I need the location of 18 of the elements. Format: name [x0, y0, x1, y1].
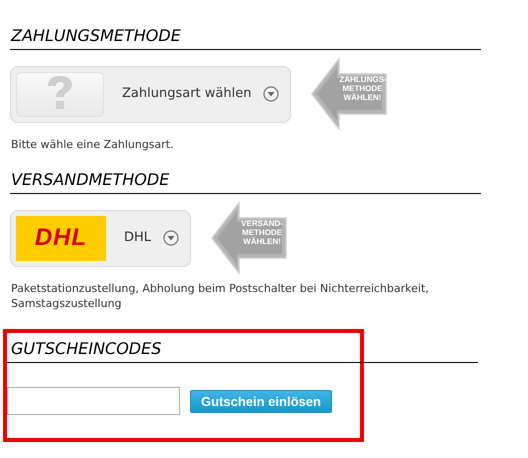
section-heading: ZAHLUNGSMETHODE [11, 26, 182, 46]
dropdown-caret-icon [263, 86, 280, 102]
dhl-logo: DHL [16, 216, 106, 260]
question-mark-icon [16, 72, 104, 116]
method-description: Bitte wähle eine Zahlungsart. [11, 137, 175, 152]
arrow-label: VERSAND- [240, 219, 284, 228]
dropdown-caret-icon [163, 230, 180, 246]
arrow-label: METHODE [341, 84, 384, 93]
arrow-label: WÄHLEN! [342, 93, 382, 102]
arrow-label: WÄHLEN! [242, 237, 282, 246]
method-select[interactable]: Zahlungsart wählen [10, 66, 292, 122]
method-description: Paketstationzustellung, Abholung beim Postschalter bei Nichterreichbarkeit, Samstagszustellung [11, 281, 430, 311]
method-select[interactable]: DHL DHL [10, 210, 192, 266]
voucher-input[interactable] [7, 387, 180, 415]
arrow-label: ZAHLUNGS- [339, 75, 386, 84]
section-heading: VERSANDMETHODE [11, 170, 170, 190]
arrow-label: METHODE [241, 228, 284, 237]
section-heading: GUTSCHEINCODES [11, 339, 162, 359]
